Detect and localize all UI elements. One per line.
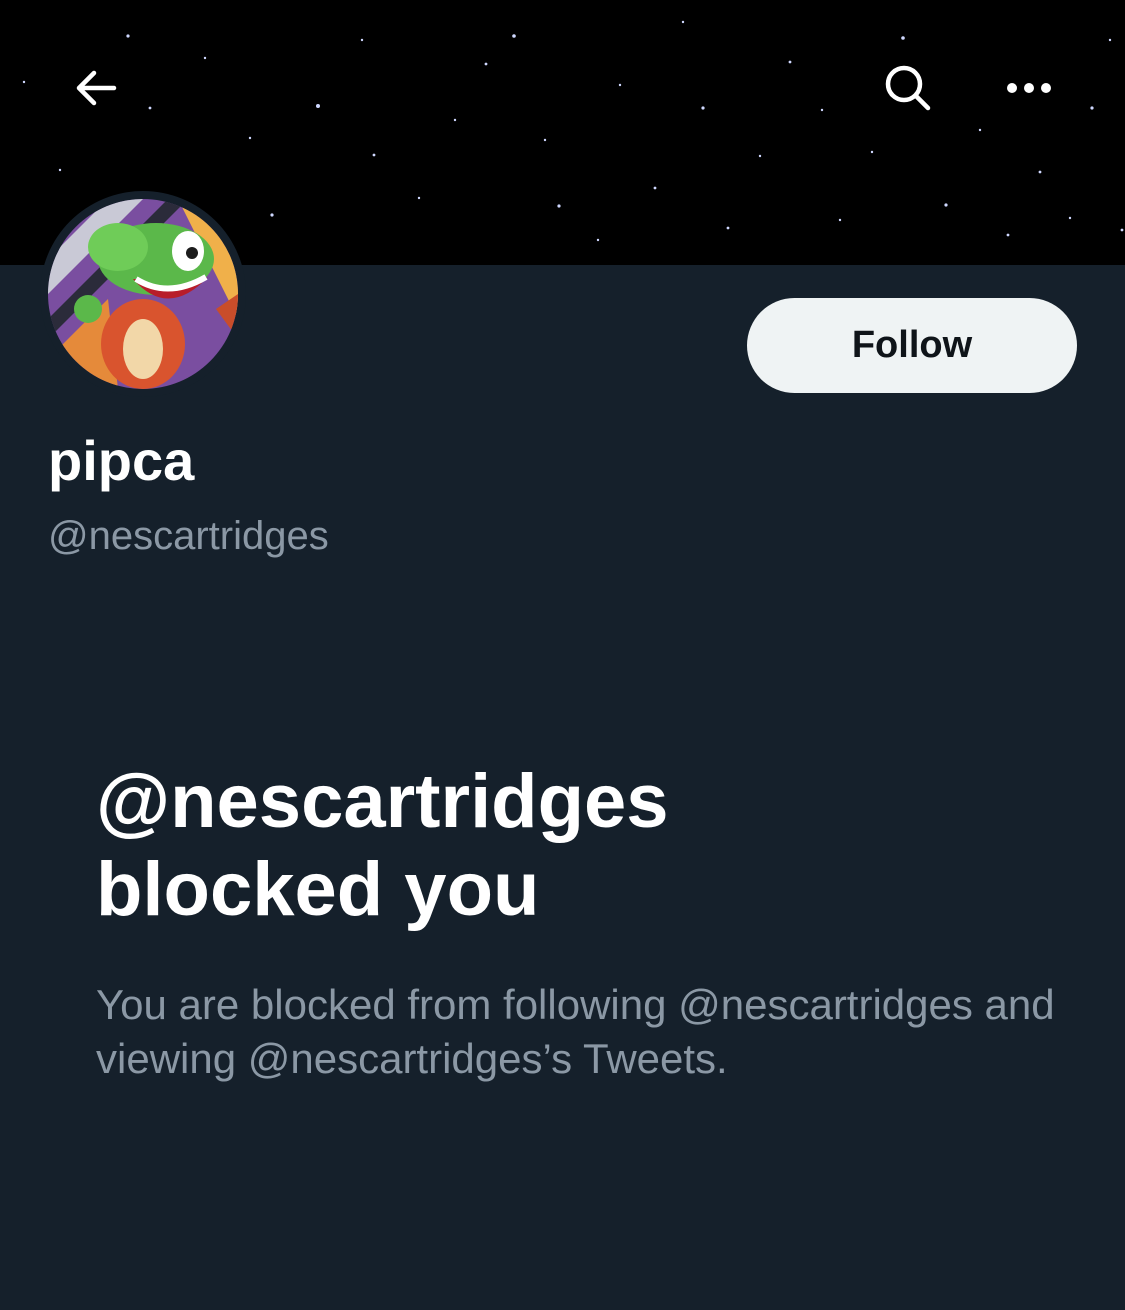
user-handle: @nescartridges [48,514,329,558]
blocked-heading-line1: @nescartridges [96,759,669,844]
search-icon [885,65,931,111]
more-horizontal-icon [1007,83,1051,93]
arrow-left-icon [76,70,117,106]
blocked-heading: @nescartridges blocked you [96,758,1056,934]
back-button[interactable] [56,48,136,128]
display-name: pipca [48,429,195,492]
more-options-button[interactable] [989,48,1069,128]
blocked-description: You are blocked from following @nescartr… [96,981,1055,1082]
follow-button[interactable]: Follow [747,298,1077,393]
avatar[interactable] [40,191,246,397]
blocked-heading-line2: blocked you [96,847,540,932]
avatar-image [48,199,238,389]
search-button[interactable] [868,48,948,128]
